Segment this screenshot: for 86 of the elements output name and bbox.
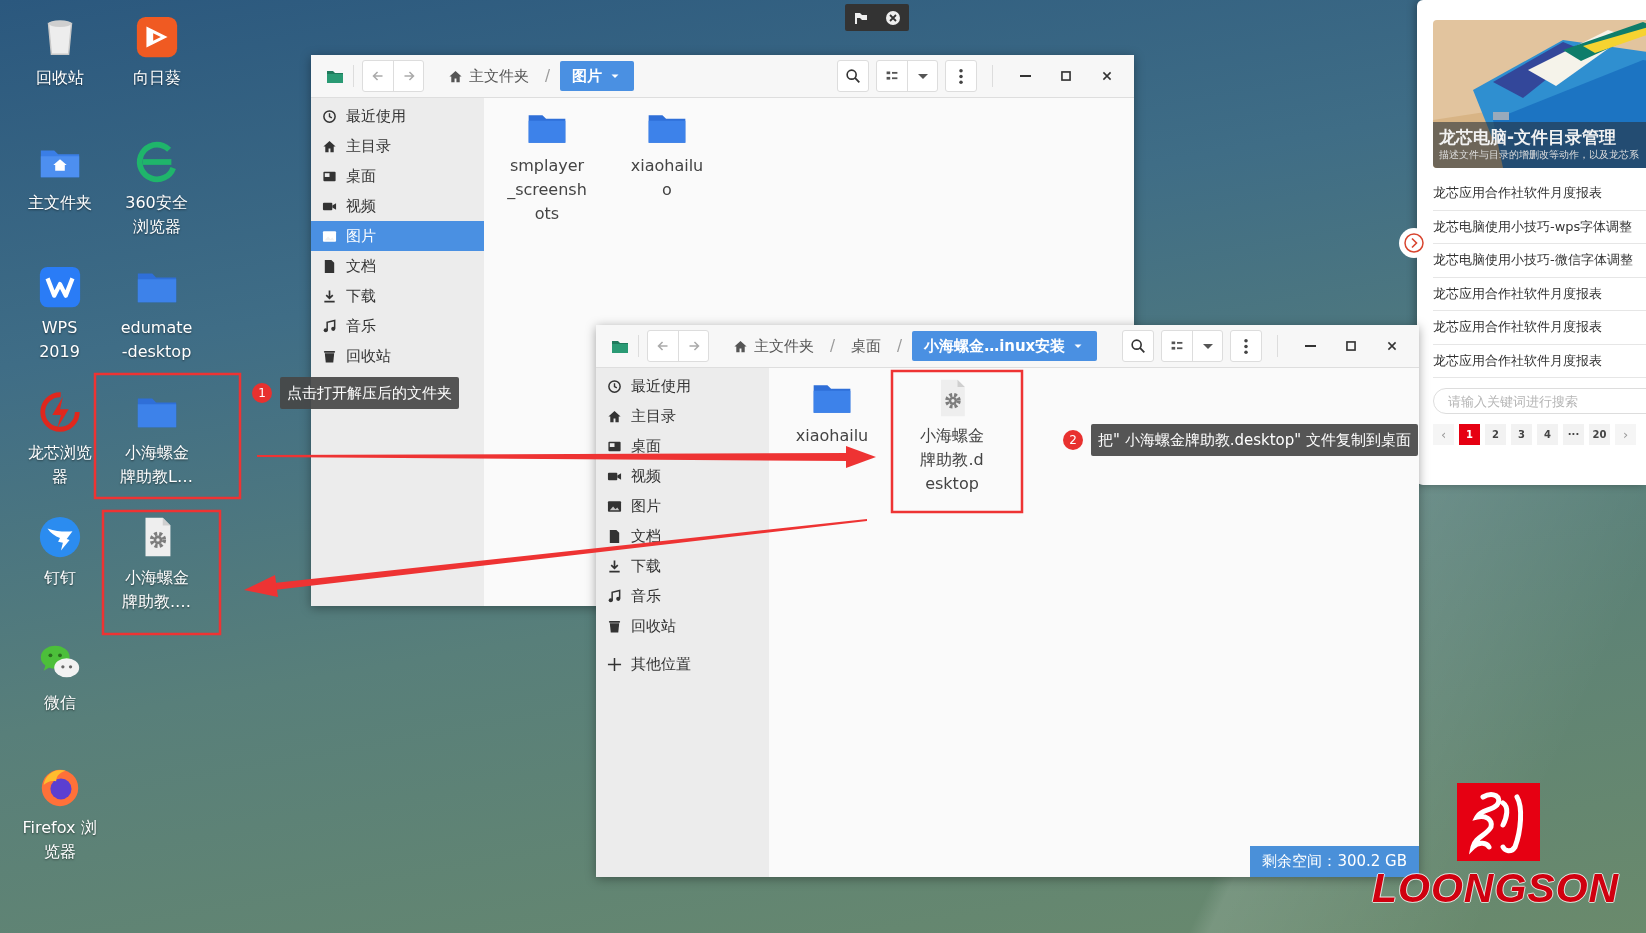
page-button[interactable]: 4 [1537,424,1558,445]
sidebar-item[interactable]: 音乐 [596,581,769,611]
sidebar-item[interactable]: 文档 [596,521,769,551]
sidebar-item[interactable]: 最近使用 [596,371,769,401]
sidebar-item[interactable]: 音乐 [311,311,484,341]
plus-icon [607,656,622,672]
breadcrumb[interactable]: 主文件夹 [442,61,535,91]
sidebar-item[interactable]: 最近使用 [311,101,484,131]
page-button[interactable]: 20 [1589,424,1610,445]
home-icon [322,138,337,154]
document-icon [607,528,622,544]
document-icon [322,258,337,274]
sidebar-item[interactable]: 图片 [596,491,769,521]
close-circle-icon[interactable] [885,9,901,26]
article-link[interactable]: 龙芯电脑使用小技巧-wps字体调整 [1433,210,1646,244]
calligraphy-logo-icon [1457,783,1540,861]
sidebar-item[interactable]: 回收站 [311,341,484,371]
breadcrumb[interactable]: 桌面 [845,331,888,361]
sidebar-item[interactable]: 下载 [311,281,484,311]
banner-subtitle: 描述文件与目录的增删改等动作，以及龙芯系 [1439,148,1640,162]
icon-label: 钉钉 [42,567,77,589]
more-icon [959,68,963,84]
download-icon [607,558,622,574]
page-ellipsis[interactable]: ··· [1563,424,1584,445]
icon-label: 龙芯浏览器 [26,442,93,488]
path-separator: / [544,67,552,85]
sidebar-item[interactable]: 文档 [311,251,484,281]
home-icon [733,338,748,354]
minimize-icon [1304,345,1316,347]
instruction-tooltip: 把" 小海螺金牌助教.desktop" 文件复制到桌面 [1091,424,1418,456]
icon-label: 小海螺金牌助教.… [120,567,193,613]
sidebar-item[interactable]: 视频 [311,191,484,221]
page-button[interactable]: 1 [1459,424,1480,445]
home-icon [448,68,463,84]
minimize-icon [1019,75,1031,77]
icon-label: 回收站 [34,67,85,89]
page-button[interactable]: 2 [1485,424,1506,445]
search-field[interactable]: 请输入关键词进行搜索 [1433,388,1646,414]
step-number-badge: 1 [252,383,272,403]
sidebar-item[interactable]: 主目录 [596,401,769,431]
icon-label: WPS 2019 [38,317,81,363]
file-name[interactable]: smplayer_screenshots [506,154,588,226]
search-icon [1129,337,1147,355]
caret-icon [1202,343,1213,349]
music-note-icon [607,588,622,604]
path-separator: / [829,337,837,355]
article-link[interactable]: 龙芯应用合作社软件月度报表 [1433,311,1646,345]
article-link[interactable]: 龙芯应用合作社软件月度报表 [1433,277,1646,311]
home-icon [607,408,622,424]
path-separator: / [896,337,904,355]
breadcrumb[interactable]: 主文件夹 [727,331,820,361]
trash-icon [607,618,622,634]
article-link[interactable]: 龙芯应用合作社软件月度报表 [1433,177,1646,211]
sidebar-item[interactable]: 桌面 [311,161,484,191]
banner-card[interactable]: 龙芯电脑-文件目录管理 描述文件与目录的增删改等动作，以及龙芯系 [1433,20,1646,168]
article-link[interactable]: 龙芯应用合作社软件月度报表 [1433,344,1646,378]
image-icon [322,228,337,244]
page-button[interactable]: 3 [1511,424,1532,445]
icon-label: 小海螺金牌助教L… [119,442,194,488]
music-note-icon [322,318,337,334]
sidebar-item[interactable]: 回收站 [596,611,769,641]
icon-label: Firefox 浏览器 [21,817,98,863]
icon-label: 360安全浏览器 [124,192,189,238]
more-icon [1244,338,1248,354]
file-name[interactable]: 小海螺金牌助教.desktop [917,424,987,496]
sidebar-item[interactable]: 其他位置 [596,649,769,679]
icon-label: 微信 [42,692,77,714]
sidebar-item[interactable]: 桌面 [596,431,769,461]
icon-label: edumate-desktop [119,317,194,363]
sidebar-item[interactable]: 视频 [596,461,769,491]
sidebar-item[interactable]: 主目录 [311,131,484,161]
banner-title: 龙芯电脑-文件目录管理 [1439,126,1618,148]
caret-icon [917,73,928,79]
clock-icon [607,378,622,394]
icon-label: 向日葵 [131,67,182,89]
clock-icon [322,108,337,124]
download-icon [322,288,337,304]
sidebar-item[interactable]: 下载 [596,551,769,581]
trash-icon [322,348,337,364]
file-name[interactable]: xiaohailuo [626,154,708,202]
image-icon [607,498,622,514]
icon-label: 主文件夹 [26,192,93,214]
search-icon [844,67,862,85]
instruction-tooltip: 点击打开解压后的文件夹 [280,377,459,409]
article-link[interactable]: 龙芯电脑使用小技巧-微信字体调整 [1433,244,1646,278]
file-name[interactable]: xiaohailu [791,424,873,448]
